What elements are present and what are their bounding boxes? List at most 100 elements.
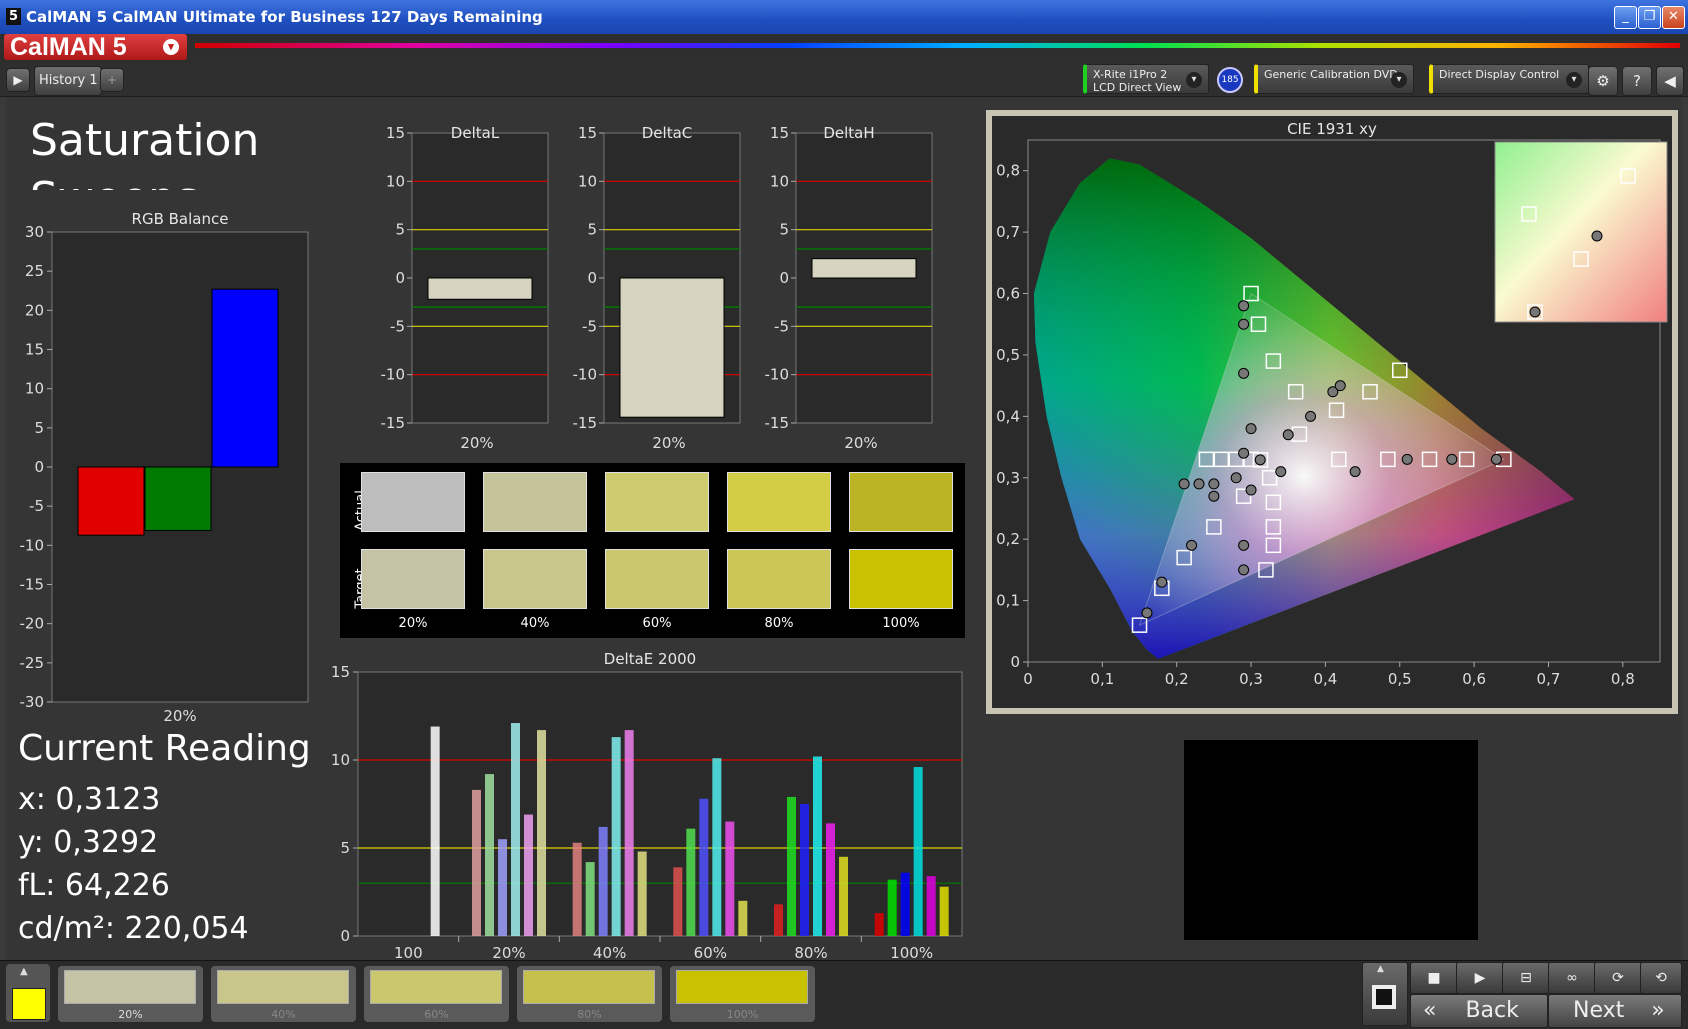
- y-tick-label: 0: [779, 269, 789, 287]
- y-tick-label: 0,8: [996, 162, 1020, 180]
- add-tab-button[interactable]: +: [100, 68, 124, 92]
- y-tick-label: 5: [340, 839, 350, 857]
- x-tick-label: 0,3: [1239, 670, 1263, 688]
- y-tick-label: 15: [578, 124, 597, 142]
- double-chevron-left-icon: «: [1423, 998, 1437, 1023]
- patch-tile[interactable]: 80%: [517, 966, 662, 1022]
- y-tick-label: -15: [20, 576, 45, 594]
- chevron-down-icon: ▾: [163, 39, 179, 55]
- maximize-button[interactable]: ❐: [1638, 6, 1661, 29]
- y-tick-label: 0,5: [996, 346, 1020, 364]
- measured-point: [1401, 453, 1413, 465]
- help-icon[interactable]: ?: [1622, 66, 1652, 96]
- measured-point: [1245, 423, 1257, 435]
- y-tick-label: 10: [331, 751, 350, 769]
- measured-point: [1334, 380, 1346, 392]
- y-tick-label: -10: [381, 366, 406, 384]
- display-selector[interactable]: Direct Display Control ▾: [1429, 64, 1589, 94]
- y-tick-label: 0,1: [996, 592, 1020, 610]
- loop-icon[interactable]: ∞: [1548, 962, 1596, 994]
- delta-charts: 151050-5-10-15151050-5-10-15151050-5-10-…: [381, 124, 933, 432]
- patch-tile[interactable]: 100%: [670, 966, 815, 1022]
- measured-point: [1446, 453, 1458, 465]
- play-icon[interactable]: ▶: [6, 68, 30, 92]
- measure-icon[interactable]: ⊟: [1502, 962, 1550, 994]
- y-tick-label: -15: [381, 414, 406, 432]
- measured-point: [1254, 454, 1266, 466]
- actual-swatch: [727, 472, 831, 532]
- deltae-bar: [637, 851, 647, 936]
- y-tick-label: 15: [331, 663, 350, 681]
- actual-swatch: [361, 472, 465, 532]
- x-tick-label: 0,2: [1165, 670, 1189, 688]
- measured-point: [1305, 410, 1317, 422]
- cie-zoom-inset: [1494, 141, 1668, 323]
- calman-logo-menu[interactable]: CalMAN 5 ▾: [4, 34, 187, 60]
- measured-point: [1186, 539, 1198, 551]
- y-tick-label: 0,4: [996, 407, 1020, 425]
- rgb-balance-chart: 30 25 20 15 10 5 0 -5 -10 -15 -20 -25 -30: [20, 223, 309, 711]
- measured-point: [1275, 466, 1287, 478]
- x-tick-label: 0,1: [1090, 670, 1114, 688]
- swatch-column-label: 80%: [764, 616, 794, 631]
- rgb-bar-red: [77, 466, 145, 536]
- source-selector[interactable]: Generic Calibration DVD ▾: [1254, 64, 1414, 94]
- close-button[interactable]: ✕: [1662, 6, 1685, 29]
- measured-point: [1238, 564, 1250, 576]
- deltae-bar: [585, 862, 595, 936]
- deltae-bar: [874, 913, 884, 936]
- stop-icon[interactable]: ■: [1410, 962, 1458, 994]
- sync-icon[interactable]: ⟲: [1640, 962, 1682, 994]
- reading-x: x: 0,3123: [18, 782, 161, 817]
- minimize-button[interactable]: _: [1614, 6, 1637, 29]
- meter-selector[interactable]: X-Rite i1Pro 2 LCD Direct View ▾: [1083, 64, 1209, 94]
- chevron-down-icon: ▾: [1186, 72, 1202, 88]
- y-tick-label: 15: [25, 341, 44, 359]
- inset-measured-point: [1529, 306, 1541, 318]
- stop-button[interactable]: ▲: [1362, 962, 1408, 1026]
- page-title-line1: Saturation: [30, 115, 260, 166]
- patch-label: 80%: [577, 1008, 602, 1021]
- meter-badge[interactable]: 185: [1217, 67, 1243, 93]
- deltae-bar: [913, 767, 923, 936]
- deltae-bar: [611, 737, 621, 936]
- deltae-plot-area: [357, 671, 963, 937]
- y-tick-label: -5: [390, 317, 405, 335]
- measured-point: [1208, 490, 1220, 502]
- patch-tile[interactable]: 20%: [58, 966, 203, 1022]
- deltae-bar: [926, 876, 936, 936]
- patch-color: [370, 970, 502, 1004]
- preview-window: [1184, 740, 1478, 940]
- rgb-balance-x-label: 20%: [163, 707, 197, 725]
- swatch-column-label: 100%: [882, 616, 920, 631]
- tab-history-1[interactable]: History 1: [34, 66, 102, 96]
- measured-point: [1230, 472, 1242, 484]
- y-tick-label: -10: [20, 536, 45, 554]
- patch-tile[interactable]: 40%: [211, 966, 356, 1022]
- gear-icon[interactable]: ⚙: [1588, 66, 1618, 96]
- actual-swatch: [605, 472, 709, 532]
- reading-cdm2: cd/m²: 220,054: [18, 911, 249, 946]
- target-swatch: [483, 549, 587, 609]
- measured-point: [1156, 576, 1168, 588]
- y-tick-label: -5: [582, 317, 597, 335]
- next-label: Next: [1573, 998, 1625, 1023]
- refresh-icon[interactable]: ⟳: [1594, 962, 1642, 994]
- deltae-bar: [800, 804, 809, 936]
- chevron-left-icon[interactable]: ◀: [1656, 66, 1684, 96]
- page-title-line2: Sweeps: [30, 170, 330, 190]
- window-title: CalMAN 5 CalMAN Ultimate for Business 12…: [26, 8, 543, 26]
- current-reading-title: Current Reading: [18, 728, 311, 769]
- deltae-bar: [813, 756, 822, 936]
- deltae-bar: [598, 826, 608, 936]
- measured-point: [1193, 478, 1205, 490]
- next-button[interactable]: Next »: [1548, 994, 1682, 1028]
- active-patch-tile[interactable]: ▲: [6, 964, 50, 1022]
- play-icon[interactable]: ▶: [1456, 962, 1504, 994]
- y-tick-label: -20: [20, 615, 45, 633]
- patch-tile[interactable]: 60%: [364, 966, 509, 1022]
- deltae-bar: [524, 814, 533, 936]
- chevron-down-icon: ▾: [1391, 72, 1407, 88]
- back-button[interactable]: « Back: [1410, 994, 1548, 1028]
- deltae-bar: [826, 823, 835, 936]
